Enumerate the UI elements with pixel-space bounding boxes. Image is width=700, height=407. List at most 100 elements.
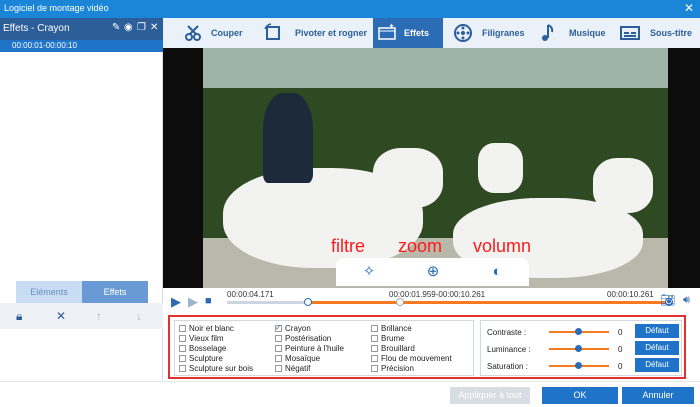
copy-icon[interactable]: ❐ [137,22,146,33]
volume-add-icon[interactable]: ◐ [486,261,508,283]
delete-icon[interactable]: ✕ [56,309,66,323]
effects-panel: Noir et blanc Vieux film Bosselage Sculp… [168,315,686,379]
close-icon[interactable]: ✕ [150,22,158,33]
timeline-start-handle[interactable] [304,298,312,306]
watermark-icon [454,24,472,42]
eye-icon[interactable]: ◉ [124,22,133,33]
apply-all-button[interactable]: Appliquer à tout [450,387,530,404]
play-icon[interactable]: ▶ [171,294,181,310]
tab-effets-label: Effets [404,28,430,38]
tab-musique[interactable]: Musique [537,18,617,49]
tab-pivoter-rogner[interactable]: Pivoter et rogner [261,18,371,49]
arrow-up-icon[interactable]: ↑ [96,309,102,323]
effect-label: Brume [381,334,405,343]
clip-range[interactable]: 00:00:01-00:00:10 [0,40,163,52]
rotate-crop-icon [264,23,280,40]
rider-left [263,93,313,183]
tab-effects[interactable]: Effets [82,281,148,303]
close-icon[interactable]: ✕ [684,1,694,15]
effect-option-crayon[interactable]: Crayon [275,323,311,333]
tab-sous-titre-label: Sous-titre [650,28,693,38]
checkbox [275,355,282,362]
effect-option[interactable]: Brillance [371,324,412,333]
camera-icon[interactable]: 📷︎ [660,293,675,307]
saturation-default-button[interactable]: Défaut [635,358,679,372]
effect-header-title: Effets - Crayon [3,23,70,34]
ok-button[interactable]: OK [542,387,618,404]
cancel-button[interactable]: Annuler [622,387,694,404]
luminance-label: Luminance : [487,345,531,354]
filter-add-icon[interactable]: ✧ [358,261,380,283]
checkbox [179,355,186,362]
selected-range: 00:00:01.959-00:00:10.261 [389,290,486,299]
left-tabs: Eléments Effets [16,281,148,303]
checkbox [179,335,186,342]
contrast-row: Contraste : 0 Défaut [487,324,679,340]
checkbox [179,345,186,352]
saturation-slider-knob[interactable] [575,362,582,369]
contrast-label: Contraste : [487,328,527,337]
effect-option[interactable]: Précision [371,364,414,373]
luminance-default-button[interactable]: Défaut [635,341,679,355]
effect-label: Postérisation [285,334,332,343]
effect-option[interactable]: Sculpture [179,354,223,363]
lock-icon[interactable]: 🔒︎ [16,309,22,324]
luminance-value: 0 [618,345,623,354]
tab-couper[interactable]: Couper [183,18,263,49]
effect-label: Brouillard [381,344,415,353]
tab-filigranes-label: Filigranes [482,28,525,38]
speaker-icon[interactable]: 🔊︎ [683,294,690,307]
cut-icon [185,25,201,41]
effect-option[interactable]: Postérisation [275,334,331,343]
checkbox [275,365,282,372]
playhead[interactable] [396,298,404,306]
tab-sous-titre[interactable]: Sous-titre [618,18,700,49]
contrast-default-button[interactable]: Défaut [635,324,679,338]
tab-couper-label: Couper [211,28,243,38]
checkbox [275,345,282,352]
timeline-selection [308,301,668,304]
effect-label: Mosaïque [285,354,321,363]
luminance-slider-knob[interactable] [575,345,582,352]
effect-option[interactable]: Brouillard [371,344,415,353]
stop-icon[interactable]: ■ [205,295,212,307]
contrast-slider-knob[interactable] [575,328,582,335]
effect-label: Noir et blanc [189,324,234,333]
effect-option[interactable]: Mosaïque [275,354,320,363]
annotation-filter: filtre [331,236,366,256]
tab-pivoter-label: Pivoter et rogner [295,28,368,38]
effect-option[interactable]: Brume [371,334,405,343]
effect-label: Vieux film [189,334,224,343]
effect-label: Précision [381,364,414,373]
tab-filigranes[interactable]: Filigranes [451,18,531,49]
checkbox-checked [275,323,282,332]
pencil-icon[interactable]: ✎ [112,22,120,33]
window-title: Logiciel de montage vidéo [4,3,109,13]
effect-label: Flou de mouvement [381,354,452,363]
play-range-icon[interactable]: ▶ [188,294,198,310]
annotation-volume: volumn [473,236,532,256]
checkbox [179,325,186,332]
effect-label: Bosselage [189,344,227,353]
effect-option[interactable]: Noir et blanc [179,324,234,333]
tab-elements[interactable]: Eléments [16,281,82,303]
effect-option[interactable]: Flou de mouvement [371,354,452,363]
arrow-down-icon[interactable]: ↓ [136,309,142,323]
zoom-add-icon[interactable]: ⊕ [422,261,444,283]
effect-option[interactable]: Peinture à l'huile [275,344,344,353]
effect-label: Crayon [285,324,311,333]
effect-option[interactable]: Sculpture sur bois [179,364,253,373]
current-time: 00:00:04.171 [227,290,274,299]
adjustment-panel: Contraste : 0 Défaut Luminance : 0 Défau… [480,320,682,376]
subtitle-icon [620,26,640,40]
luminance-row: Luminance : 0 Défaut [487,341,679,357]
saturation-row: Saturation : 0 Défaut [487,358,679,374]
left-toolbar: 🔒︎ ✕ ↑ ↓ [0,303,163,329]
bottom-bar: Appliquer à tout OK Annuler [0,381,700,407]
effect-option[interactable]: Vieux film [179,334,224,343]
effect-option[interactable]: Bosselage [179,344,226,353]
timeline: ▶ ▶ ■ 00:00:04.171 00:00:01.959-00:00:10… [163,288,700,314]
effect-option[interactable]: Négatif [275,364,310,373]
effect-label: Négatif [285,364,311,373]
tab-effets[interactable]: ✦ Effets [373,18,443,49]
